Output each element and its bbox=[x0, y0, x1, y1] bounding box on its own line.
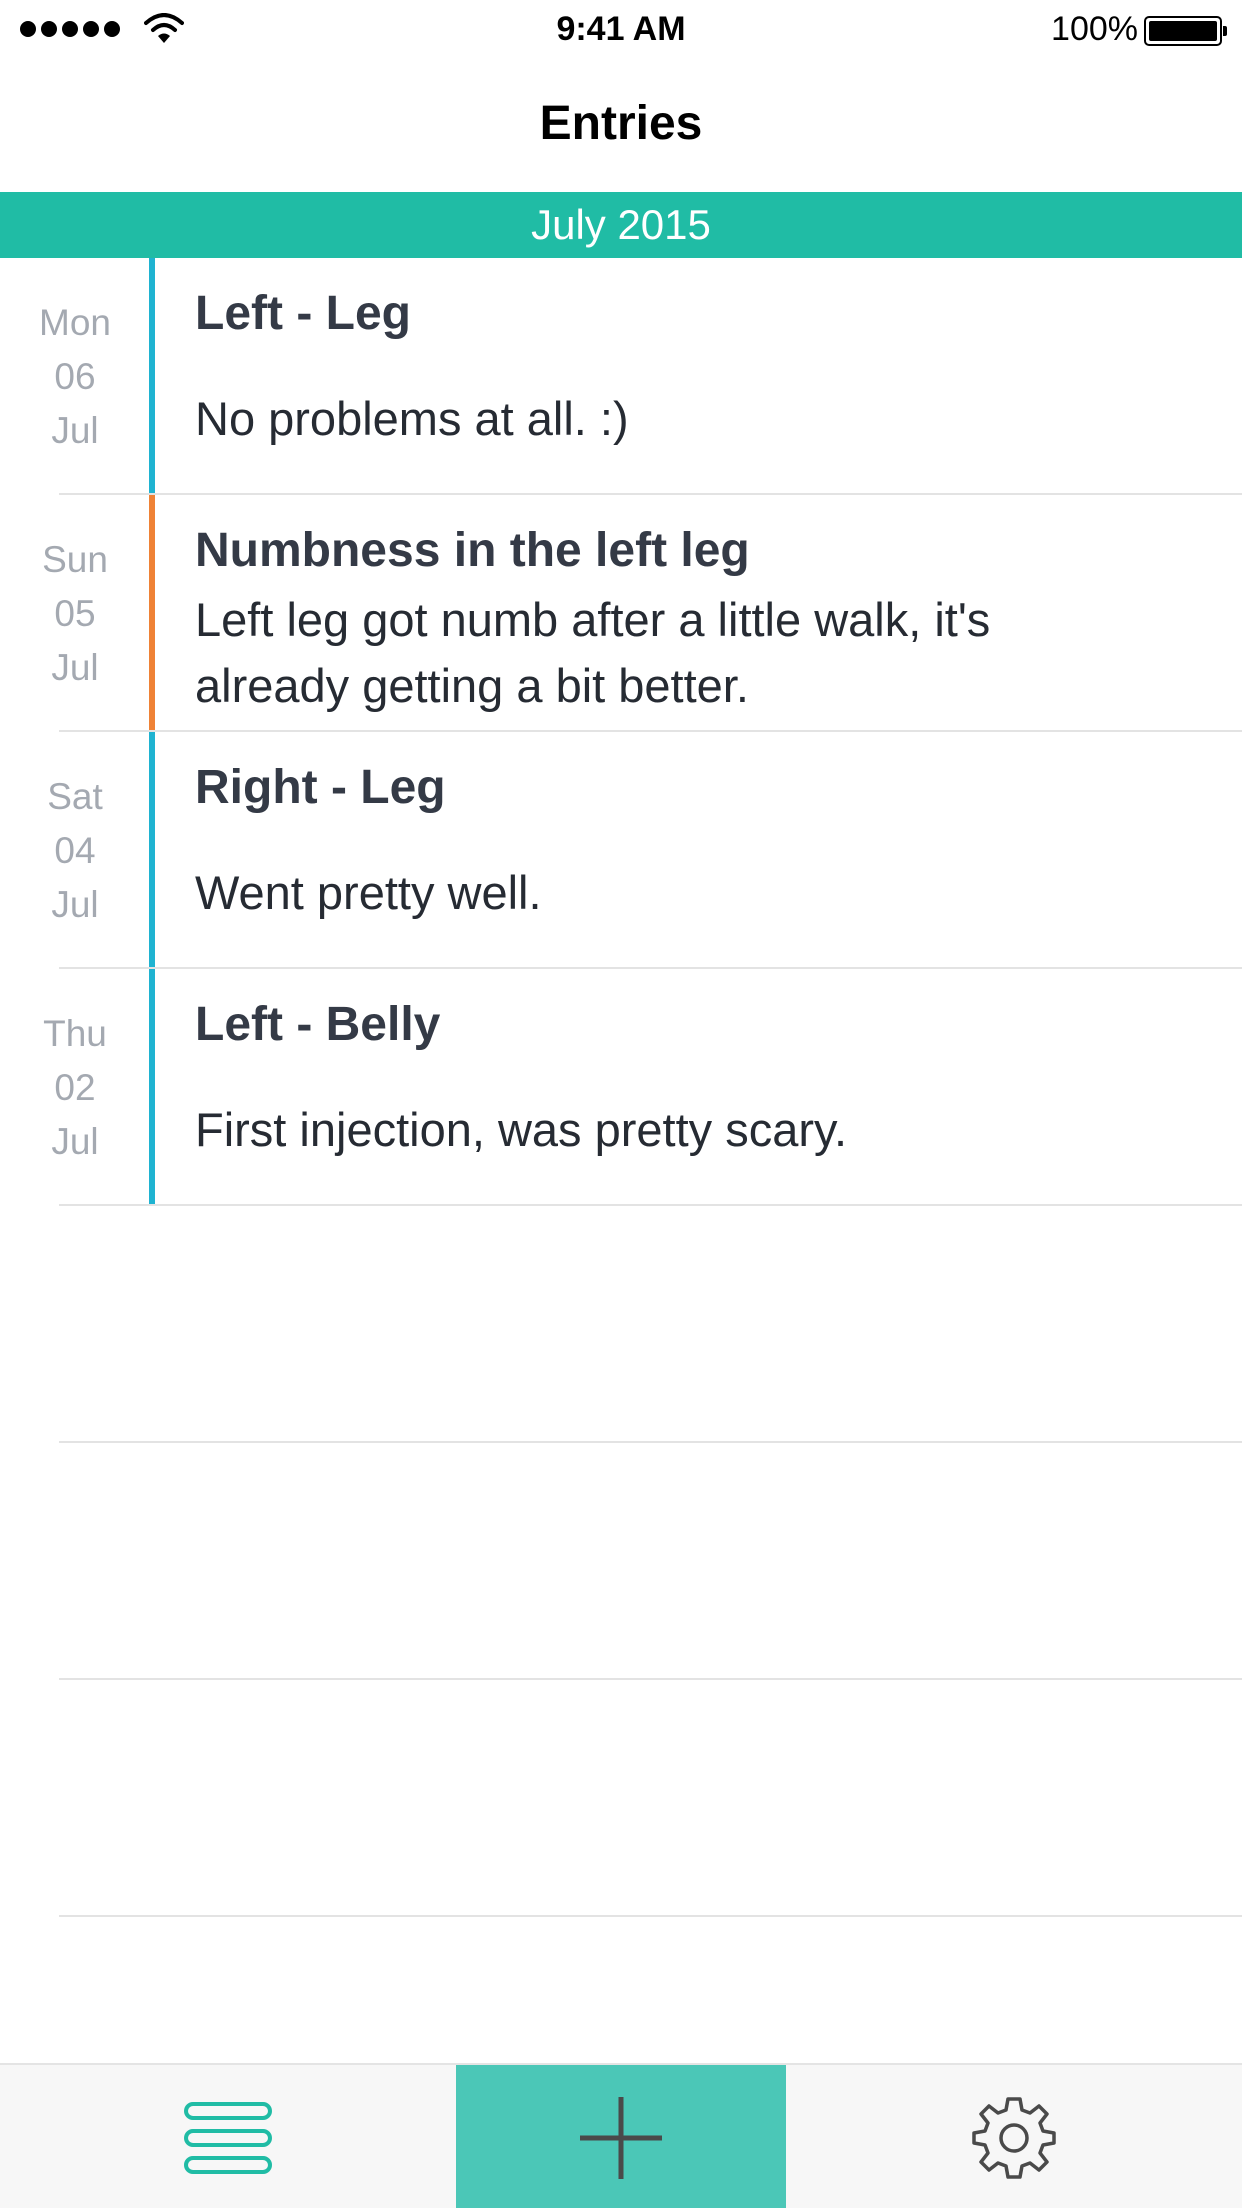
entry-weekday: Sun bbox=[42, 538, 108, 580]
entry-date: Sat 04 Jul bbox=[0, 732, 150, 969]
tab-settings[interactable] bbox=[786, 2065, 1242, 2208]
list-item[interactable]: Thu 02 Jul Left - Belly First injection,… bbox=[0, 969, 1242, 1206]
list-item[interactable]: Sat 04 Jul Right - Leg Went pretty well. bbox=[0, 732, 1242, 969]
entry-marker bbox=[149, 969, 155, 1206]
month-section-header: July 2015 bbox=[0, 192, 1242, 258]
empty-row bbox=[0, 1680, 1242, 1917]
entry-body: First injection, was pretty scary. bbox=[195, 1103, 848, 1156]
tab-bar bbox=[0, 2063, 1242, 2208]
tab-entries[interactable] bbox=[0, 2065, 456, 2208]
add-entry-button[interactable] bbox=[456, 2065, 786, 2208]
entries-list: Mon 06 Jul Left - Leg No problems at all… bbox=[0, 258, 1242, 1917]
entry-title: Right - Leg bbox=[195, 761, 446, 814]
row-divider bbox=[59, 1915, 1242, 1917]
entry-body: Went pretty well. bbox=[195, 866, 542, 919]
entry-month: Jul bbox=[51, 646, 99, 688]
entry-weekday: Sat bbox=[47, 775, 103, 817]
entry-marker bbox=[149, 495, 155, 732]
entry-marker bbox=[149, 732, 155, 969]
entry-date: Thu 02 Jul bbox=[0, 969, 150, 1206]
entry-title: Left - Belly bbox=[195, 998, 441, 1051]
entry-marker bbox=[149, 258, 155, 495]
entry-date: Mon 06 Jul bbox=[0, 258, 150, 495]
list-item[interactable]: Mon 06 Jul Left - Leg No problems at all… bbox=[0, 258, 1242, 495]
entry-day: 06 bbox=[54, 355, 96, 397]
empty-row bbox=[0, 1206, 1242, 1443]
empty-row bbox=[0, 1443, 1242, 1680]
entry-day: 04 bbox=[54, 829, 96, 871]
status-bar: 9:41 AM 100% bbox=[0, 0, 1242, 60]
entry-weekday: Mon bbox=[39, 301, 111, 343]
entry-month: Jul bbox=[51, 409, 99, 451]
battery-icon bbox=[1144, 16, 1227, 46]
entry-month: Jul bbox=[51, 1120, 99, 1162]
entry-month: Jul bbox=[51, 883, 99, 925]
plus-icon bbox=[580, 2096, 662, 2179]
entry-title: Left - Leg bbox=[195, 287, 411, 340]
list-icon bbox=[184, 2101, 272, 2174]
battery-percentage: 100% bbox=[1051, 10, 1138, 48]
entry-day: 02 bbox=[54, 1066, 96, 1108]
entry-title: Numbness in the left leg bbox=[195, 524, 750, 577]
entries-screen: 9:41 AM 100% Entries July 2015 Mon 06 Ju… bbox=[0, 0, 1242, 2208]
gear-icon bbox=[972, 2096, 1056, 2179]
entry-body: No problems at all. :) bbox=[195, 392, 629, 445]
entry-body: Left leg got numb after a little walk, i… bbox=[195, 593, 991, 712]
entry-date: Sun 05 Jul bbox=[0, 495, 150, 732]
list-item[interactable]: Sun 05 Jul Numbness in the left leg Left… bbox=[0, 495, 1242, 732]
entry-weekday: Thu bbox=[43, 1012, 107, 1054]
entry-day: 05 bbox=[54, 592, 96, 634]
page-title: Entries bbox=[539, 97, 703, 150]
